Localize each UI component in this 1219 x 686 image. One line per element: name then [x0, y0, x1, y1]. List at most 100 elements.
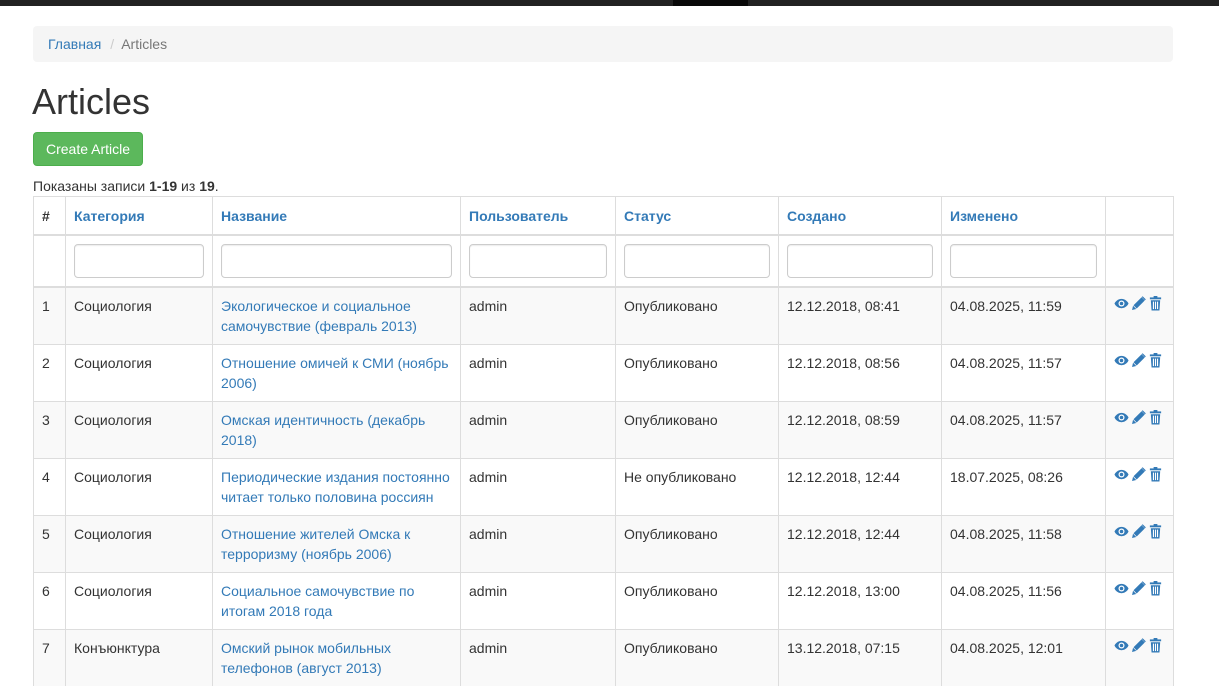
filter-cell-category — [65, 234, 213, 288]
row-status: Опубликовано — [624, 412, 718, 428]
row-title-link[interactable]: Социальное самочувствие по итогам 2018 г… — [221, 583, 414, 619]
cell-created: 12.12.2018, 13:00 — [778, 572, 942, 630]
table-row: 6 Социология Социальное самочувствие по ит… — [33, 572, 1174, 630]
user-filter-input[interactable] — [469, 244, 607, 278]
summary-range: 1-19 — [149, 178, 178, 194]
cell-updated: 04.08.2025, 11:57 — [941, 344, 1106, 402]
pencil-icon[interactable] — [1131, 353, 1146, 368]
summary-prefix: Показаны записи — [33, 178, 150, 194]
table-row: 7 Конъюнктура Омский рынок мобильных телеф… — [33, 629, 1174, 686]
cell-updated: 04.08.2025, 11:58 — [941, 515, 1106, 573]
cell-created: 13.12.2018, 07:15 — [778, 629, 942, 686]
cell-created: 12.12.2018, 12:44 — [778, 458, 942, 516]
row-number: 5 — [42, 526, 50, 542]
cell-actions — [1105, 344, 1174, 402]
cell-category: Социология — [65, 401, 213, 459]
cell-category: Социология — [65, 572, 213, 630]
cell-num: 6 — [33, 572, 66, 630]
cell-title: Омская идентичность (декабрь 2018) — [212, 401, 461, 459]
title-filter-input[interactable] — [221, 244, 452, 278]
row-created: 12.12.2018, 08:41 — [787, 298, 900, 314]
row-category: Социология — [74, 355, 152, 371]
eye-icon[interactable] — [1114, 581, 1129, 596]
sort-title-link[interactable]: Название — [221, 208, 287, 224]
sort-user-link[interactable]: Пользователь — [469, 208, 568, 224]
trash-icon[interactable] — [1148, 524, 1163, 539]
row-category: Социология — [74, 412, 152, 428]
sort-created-link[interactable]: Создано — [787, 208, 846, 224]
category-filter-input[interactable] — [74, 244, 204, 278]
row-category: Социология — [74, 298, 152, 314]
summary-middle: из — [177, 178, 200, 194]
sort-category-link[interactable]: Категория — [74, 208, 145, 224]
row-updated: 04.08.2025, 11:58 — [950, 526, 1062, 542]
row-title-link[interactable]: Омская идентичность (декабрь 2018) — [221, 412, 425, 448]
row-updated: 04.08.2025, 11:57 — [950, 412, 1062, 428]
cell-user: admin — [460, 458, 616, 516]
table-row: 3 Социология Омская идентичность (декабрь … — [33, 401, 1174, 459]
eye-icon[interactable] — [1114, 410, 1129, 425]
row-user: admin — [469, 526, 508, 542]
cell-updated: 04.08.2025, 11:57 — [941, 401, 1106, 459]
filter-cell-actions — [1105, 234, 1174, 288]
pencil-icon[interactable] — [1131, 524, 1146, 539]
row-title-link[interactable]: Экологическое и социальное самочувствие … — [221, 298, 417, 334]
row-title-link[interactable]: Омский рынок мобильных телефонов (август… — [221, 640, 391, 676]
eye-icon[interactable] — [1114, 524, 1129, 539]
trash-icon[interactable] — [1148, 467, 1163, 482]
row-number: 3 — [42, 412, 50, 428]
cell-category: Конъюнктура — [65, 629, 213, 686]
cell-updated: 04.08.2025, 11:56 — [941, 572, 1106, 630]
row-updated: 04.08.2025, 11:59 — [950, 298, 1062, 314]
row-number: 1 — [42, 298, 50, 314]
cell-actions — [1105, 572, 1174, 630]
pencil-icon[interactable] — [1131, 410, 1146, 425]
trash-icon[interactable] — [1148, 410, 1163, 425]
row-created: 12.12.2018, 08:56 — [787, 355, 900, 371]
trash-icon[interactable] — [1148, 638, 1163, 653]
trash-icon[interactable] — [1148, 353, 1163, 368]
eye-icon[interactable] — [1114, 296, 1129, 311]
row-title-link[interactable]: Периодические издания постоянно читает т… — [221, 469, 450, 505]
row-updated: 04.08.2025, 11:57 — [950, 355, 1062, 371]
updated-filter-input[interactable] — [950, 244, 1097, 278]
cell-title: Социальное самочувствие по итогам 2018 г… — [212, 572, 461, 630]
row-title-link[interactable]: Отношение омичей к СМИ (ноябрь 2006) — [221, 355, 449, 391]
pencil-icon[interactable] — [1131, 638, 1146, 653]
trash-icon[interactable] — [1148, 296, 1163, 311]
cell-num: 1 — [33, 286, 66, 345]
sort-status-link[interactable]: Статус — [624, 208, 671, 224]
pencil-icon[interactable] — [1131, 467, 1146, 482]
row-status: Опубликовано — [624, 355, 718, 371]
row-updated: 18.07.2025, 08:26 — [950, 469, 1063, 485]
summary-total: 19 — [199, 178, 215, 194]
pencil-icon[interactable] — [1131, 296, 1146, 311]
cell-user: admin — [460, 344, 616, 402]
created-filter-input[interactable] — [787, 244, 933, 278]
trash-icon[interactable] — [1148, 581, 1163, 596]
eye-icon[interactable] — [1114, 638, 1129, 653]
row-user: admin — [469, 469, 508, 485]
cell-actions — [1105, 629, 1174, 686]
filter-cell-created — [778, 234, 942, 288]
status-filter-input[interactable] — [624, 244, 770, 278]
cell-status: Опубликовано — [615, 515, 779, 573]
navbar-active-item[interactable] — [673, 0, 748, 6]
cell-updated: 18.07.2025, 08:26 — [941, 458, 1106, 516]
breadcrumb-home-link[interactable]: Главная — [48, 36, 101, 52]
cell-status: Опубликовано — [615, 401, 779, 459]
row-title-link[interactable]: Отношение жителей Омска к терроризму (но… — [221, 526, 410, 562]
row-user: admin — [469, 355, 508, 371]
pencil-icon[interactable] — [1131, 581, 1146, 596]
cell-user: admin — [460, 401, 616, 459]
eye-icon[interactable] — [1114, 467, 1129, 482]
sort-updated-link[interactable]: Изменено — [950, 208, 1018, 224]
eye-icon[interactable] — [1114, 353, 1129, 368]
row-number: 2 — [42, 355, 50, 371]
cell-updated: 04.08.2025, 12:01 — [941, 629, 1106, 686]
breadcrumb-current: Articles — [121, 36, 168, 52]
filter-cell-status — [615, 234, 779, 288]
create-article-button[interactable]: Create Article — [33, 132, 143, 166]
row-number: 6 — [42, 583, 50, 599]
row-created: 12.12.2018, 12:44 — [787, 526, 900, 542]
